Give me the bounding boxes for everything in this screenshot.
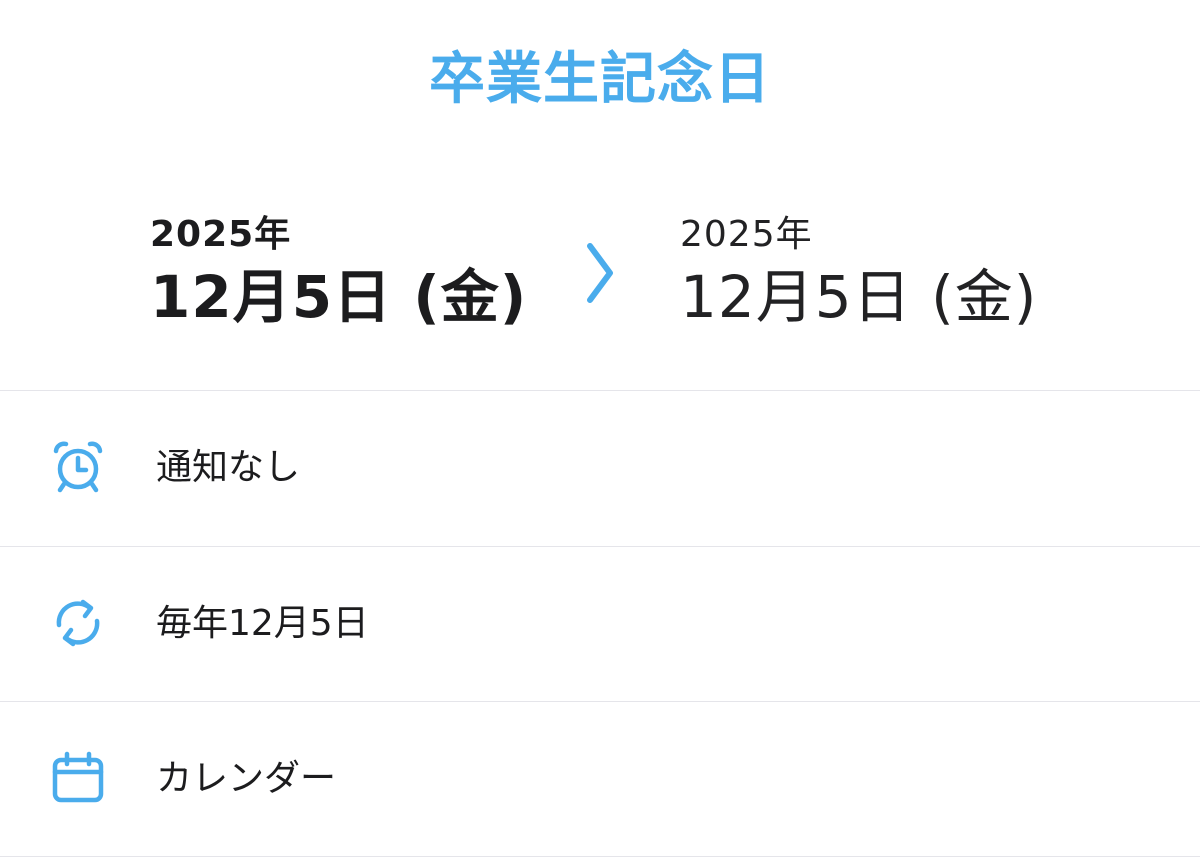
start-date-day: 12月5日 (金)	[150, 263, 528, 331]
start-date[interactable]: 2025年 12月5日 (金)	[150, 212, 527, 332]
repeat-icon	[56, 599, 100, 647]
calendar-label: カレンダー	[156, 758, 337, 799]
event-detail-screen: 卒業生記念日 2025年 12月5日 (金) 2025年 12月5日 (金) 通…	[0, 0, 1200, 862]
end-date-day: 12月5日 (金)	[680, 263, 1038, 331]
notification-label: 通知なし	[156, 447, 301, 488]
repeat-row[interactable]: 毎年12月5日	[0, 547, 1200, 702]
chevron-right-icon	[587, 243, 613, 303]
end-date[interactable]: 2025年 12月5日 (金)	[680, 212, 1037, 332]
calendar-icon	[52, 751, 104, 803]
end-date-year: 2025年	[680, 214, 813, 255]
divider	[0, 856, 1200, 857]
start-date-year: 2025年	[150, 214, 292, 255]
notification-row[interactable]: 通知なし	[0, 391, 1200, 546]
alarm-clock-icon	[53, 441, 103, 493]
calendar-row[interactable]: カレンダー	[0, 702, 1200, 857]
repeat-label: 毎年12月5日	[156, 603, 369, 644]
page-title: 卒業生記念日	[429, 47, 771, 112]
